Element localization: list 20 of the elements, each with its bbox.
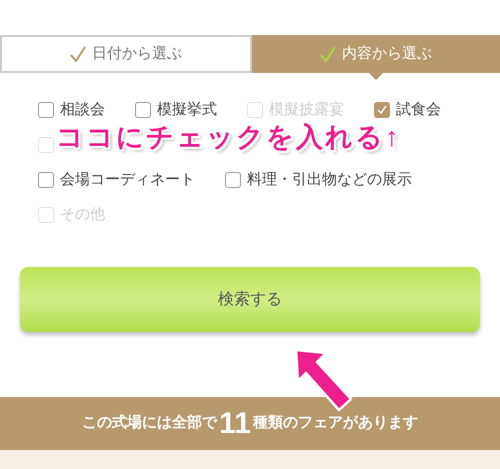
search-button[interactable]: 検索する (20, 267, 480, 332)
fair-count: 11 (219, 408, 251, 438)
check-icon (320, 46, 336, 62)
checkbox-label[interactable]: 料理・引出物などの展示 (247, 168, 412, 192)
checkbox[interactable] (225, 172, 241, 188)
checkbox-label[interactable]: 模擬挙式 (157, 98, 217, 122)
summary-text: この式場には全部で (82, 413, 218, 434)
summary-text: 種類のフェアがあります (252, 413, 418, 434)
annotation-text: ココにチェックを入れる↑ (56, 121, 400, 154)
tab-pointer (369, 73, 383, 80)
checkbox-label[interactable]: 試食会 (396, 98, 441, 122)
tab[interactable]: 日付から選ぶ (0, 35, 252, 73)
check-icon (70, 46, 86, 62)
check-icon (377, 105, 387, 115)
checkbox[interactable] (38, 172, 54, 188)
checkbox-label[interactable]: 会場コーディネート (60, 168, 195, 192)
checkbox[interactable] (135, 102, 151, 118)
checkbox-label[interactable]: 相談会 (60, 98, 105, 122)
checkbox[interactable] (38, 102, 54, 118)
checkbox[interactable] (374, 102, 390, 118)
